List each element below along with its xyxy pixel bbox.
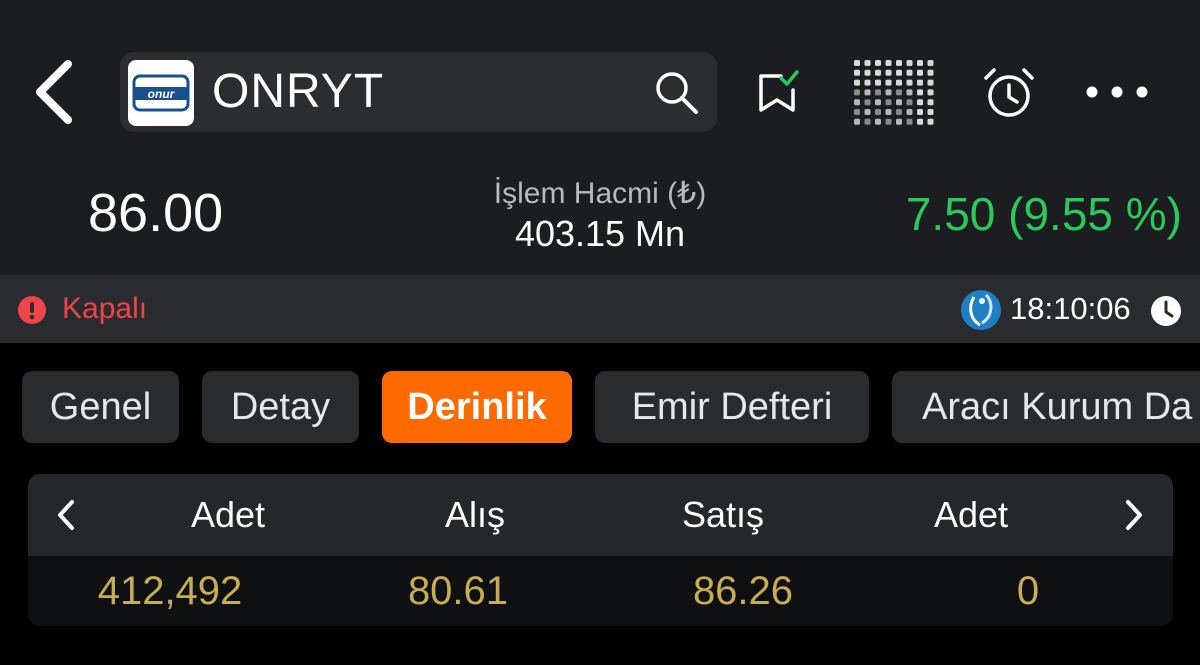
heatmap-grid-icon[interactable] [852, 58, 936, 128]
last-update-time: 18:10:06 [1010, 291, 1131, 326]
chevron-right-icon[interactable] [1118, 498, 1148, 532]
search-icon[interactable] [654, 70, 700, 116]
column-header-bid-qty: Adet [190, 494, 266, 535]
watchlist-bookmark-icon[interactable] [757, 68, 801, 114]
price-change: 7.50 (9.55 %) [905, 188, 1182, 240]
clock-icon [1151, 296, 1181, 326]
top-header: onur ONRYT 86.00 İşlem Hacmi (₺) 403.15 … [0, 0, 1200, 275]
column-header-bid: Alış [444, 494, 505, 535]
more-options-icon[interactable] [1084, 82, 1150, 102]
column-header-ask-qty: Adet [933, 494, 1009, 535]
ask-qty-cell: 0 [1016, 569, 1040, 613]
back-arrow-icon[interactable] [30, 58, 86, 126]
exchange-logo-icon [961, 290, 1001, 330]
tab-detay[interactable]: Detay [202, 371, 359, 443]
column-header-ask: Satış [681, 494, 765, 535]
tab-emir-defteri[interactable]: Emir Defteri [595, 371, 869, 443]
ask-price-cell: 86.26 [692, 569, 794, 613]
alarm-clock-icon[interactable] [982, 66, 1036, 120]
bid-qty-cell: 412,492 [97, 569, 243, 613]
tab-genel[interactable]: Genel [22, 371, 179, 443]
stock-symbol: ONRYT [212, 65, 385, 118]
symbol-search-bar[interactable]: onur ONRYT [120, 52, 717, 132]
depth-table-header: Adet Alış Satış Adet [28, 474, 1173, 556]
bid-price-cell: 80.61 [407, 569, 509, 613]
depth-table: Adet Alış Satış Adet 412,492 80.61 86.26… [28, 474, 1173, 626]
market-status-text: Kapalı [62, 292, 148, 325]
company-logo: onur [128, 60, 194, 126]
logo-text: onur [148, 87, 176, 101]
chevron-left-icon[interactable] [52, 498, 82, 532]
market-status-bar: Kapalı 18:10:06 [0, 275, 1200, 343]
tab-araci-kurum[interactable]: Aracı Kurum Da [892, 371, 1200, 443]
tab-derinlik[interactable]: Derinlik [382, 371, 572, 443]
info-alert-icon [18, 296, 46, 324]
